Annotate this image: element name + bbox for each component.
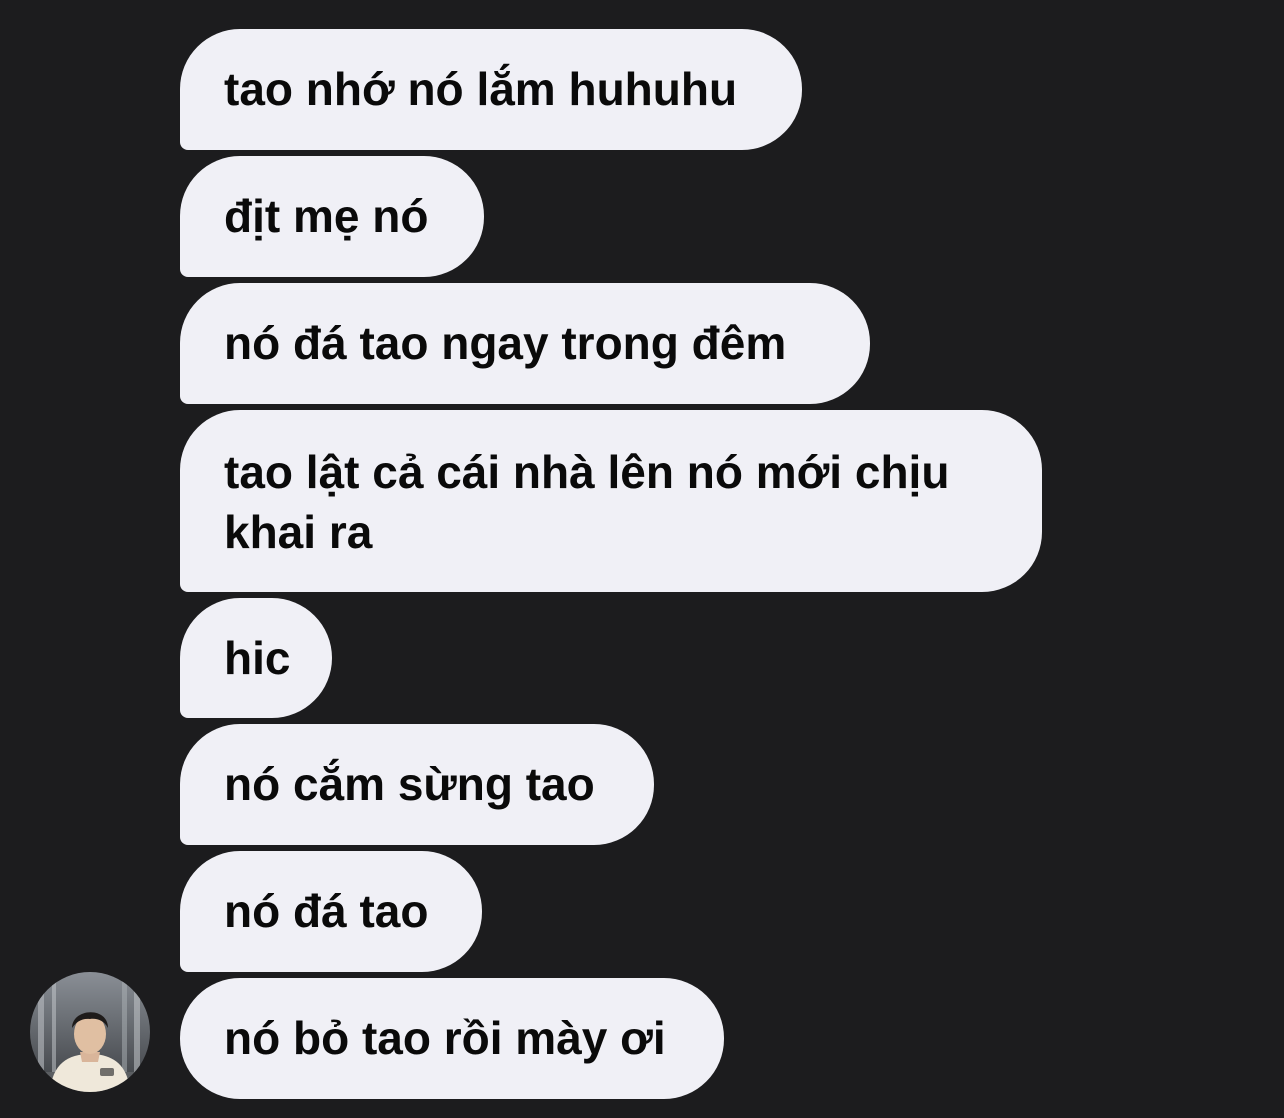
- message-bubble[interactable]: hic: [180, 598, 332, 718]
- message-bubble[interactable]: nó bỏ tao rồi mày ơi: [180, 978, 724, 1099]
- message-text: tao nhớ nó lắm huhuhu: [224, 63, 738, 115]
- message-bubble[interactable]: địt mẹ nó: [180, 156, 484, 277]
- message-bubble[interactable]: tao nhớ nó lắm huhuhu: [180, 29, 802, 150]
- chat-thread: tao nhớ nó lắm huhuhu địt mẹ nó nó đá ta…: [0, 0, 1284, 1118]
- message-bubble[interactable]: nó đá tao ngay trong đêm: [180, 283, 870, 404]
- message-text: địt mẹ nó: [224, 190, 429, 242]
- message-text: tao lật cả cái nhà lên nó mới chịu khai …: [224, 446, 950, 558]
- message-bubble[interactable]: tao lật cả cái nhà lên nó mới chịu khai …: [180, 410, 1042, 592]
- user-photo-avatar-icon[interactable]: [30, 972, 150, 1092]
- avatar-photo: [30, 972, 150, 1092]
- message-bubble[interactable]: nó đá tao: [180, 851, 482, 972]
- message-bubble[interactable]: nó cắm sừng tao: [180, 724, 654, 845]
- message-text: hic: [224, 632, 291, 684]
- message-text: nó bỏ tao rồi mày ơi: [224, 1012, 666, 1064]
- message-text: nó đá tao: [224, 885, 429, 937]
- message-text: nó cắm sừng tao: [224, 758, 595, 810]
- message-text: nó đá tao ngay trong đêm: [224, 317, 787, 369]
